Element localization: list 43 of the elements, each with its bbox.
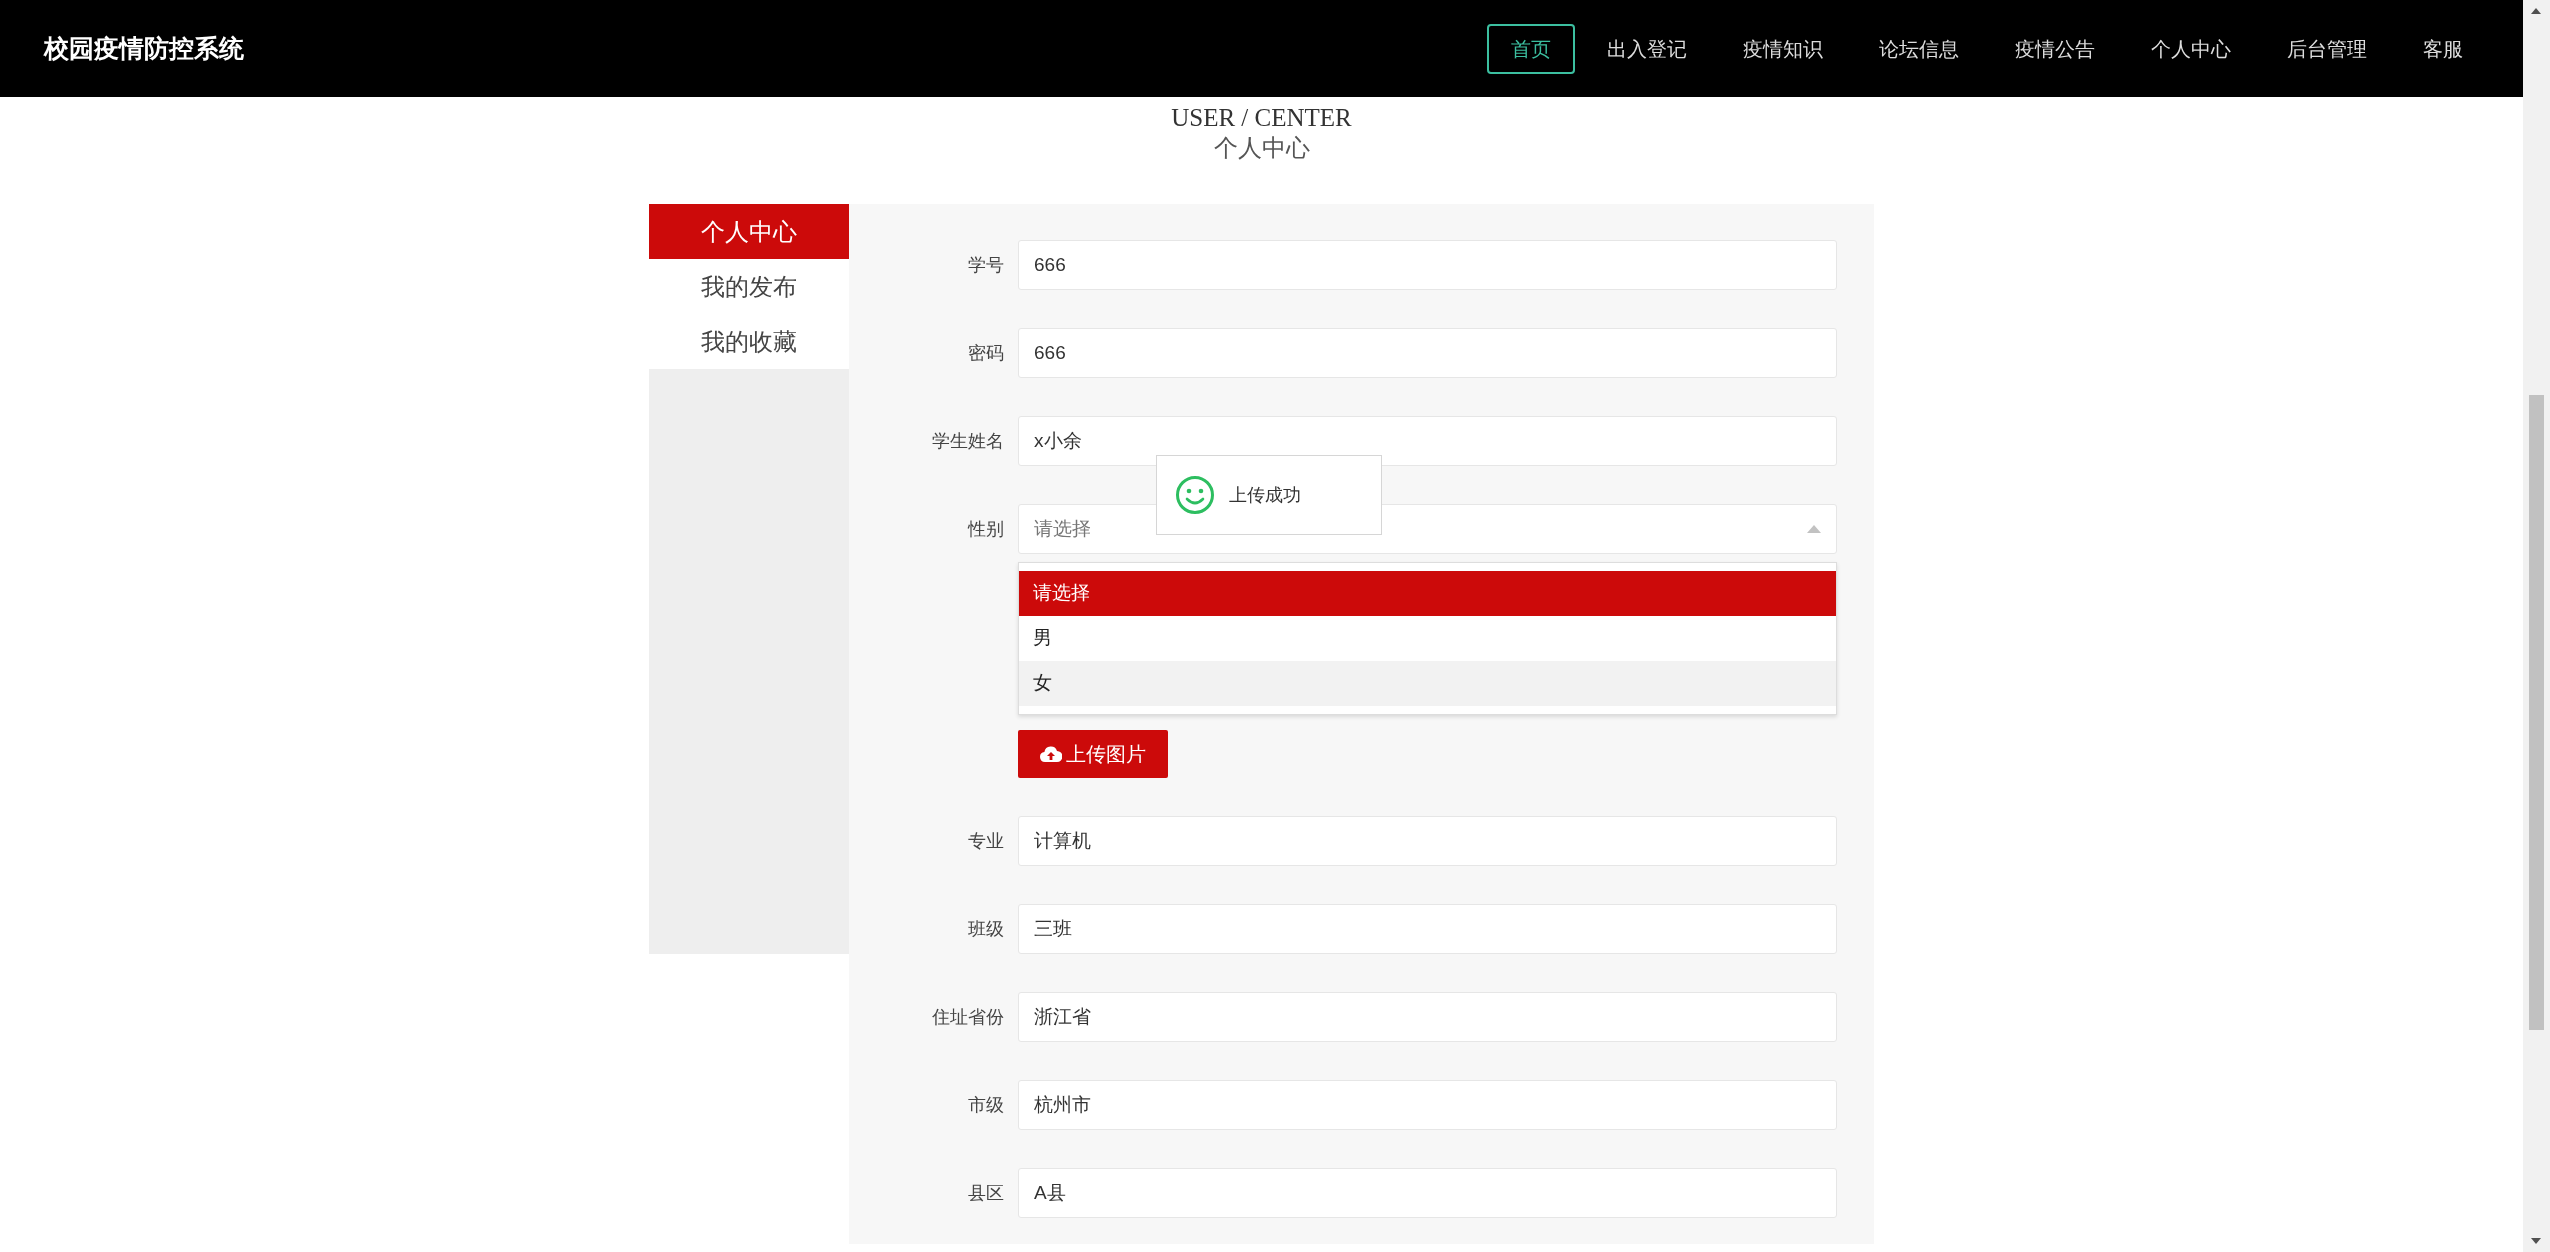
field-label: 住址省份 xyxy=(931,1005,1005,1029)
input-field[interactable]: 浙江省 xyxy=(1018,992,1837,1043)
upload-button[interactable]: 上传图片 xyxy=(1018,730,1168,779)
site-title: 校园疫情防控系统 xyxy=(44,32,244,64)
nav-link[interactable]: 个人中心 xyxy=(2127,23,2255,74)
scroll-down-icon[interactable] xyxy=(2531,1238,2541,1244)
input-field[interactable]: 666 xyxy=(1018,240,1837,291)
nav-link[interactable]: 客服 xyxy=(2399,23,2487,74)
scrollbar[interactable] xyxy=(2523,0,2550,1252)
field-label: 班级 xyxy=(967,917,1005,941)
page-title-english: USER / CENTER xyxy=(1170,103,1353,133)
cloud-upload-icon xyxy=(1040,746,1062,763)
nav-link[interactable]: 论坛信息 xyxy=(1855,23,1983,74)
dropdown-option[interactable]: 请选择 xyxy=(1019,571,1836,617)
dropdown-option[interactable]: 男 xyxy=(1019,616,1836,662)
input-field[interactable]: A县 xyxy=(1018,1168,1837,1219)
nav-link[interactable]: 疫情公告 xyxy=(1991,23,2119,74)
nav-link[interactable]: 后台管理 xyxy=(2263,23,2391,74)
scroll-up-icon[interactable] xyxy=(2531,8,2541,14)
field-label: 市级 xyxy=(967,1093,1005,1117)
sidebar-item[interactable]: 我的发布 xyxy=(649,259,849,315)
field-label: 性别 xyxy=(966,517,1005,541)
input-field[interactable]: 三班 xyxy=(1018,904,1837,955)
sidebar-item[interactable]: 我的收藏 xyxy=(649,314,849,370)
input-field[interactable]: x小余 xyxy=(1018,416,1837,467)
field-label: 学号 xyxy=(967,253,1005,277)
toast-text: 上传成功 xyxy=(1229,483,1301,507)
dropdown-option[interactable]: 女 xyxy=(1019,661,1836,707)
input-field[interactable]: 666 xyxy=(1018,328,1837,379)
sidebar-item[interactable]: 个人中心 xyxy=(649,204,849,260)
field-label: 专业 xyxy=(967,829,1005,853)
scrollbar-thumb[interactable] xyxy=(2529,395,2544,1030)
smiley-icon xyxy=(1175,475,1215,515)
page-title: 个人中心 xyxy=(1212,134,1311,163)
field-label: 密码 xyxy=(967,341,1005,365)
input-field[interactable]: 杭州市 xyxy=(1018,1080,1837,1131)
field-label: 学生姓名 xyxy=(931,429,1005,453)
nav-link[interactable]: 疫情知识 xyxy=(1719,23,1847,74)
field-label: 县区 xyxy=(967,1181,1005,1205)
select-placeholder: 请选择 xyxy=(1034,516,1091,541)
input-field[interactable]: 计算机 xyxy=(1018,816,1837,867)
nav-link[interactable]: 首页 xyxy=(1487,23,1575,74)
nav-link[interactable]: 出入登记 xyxy=(1583,23,1711,74)
